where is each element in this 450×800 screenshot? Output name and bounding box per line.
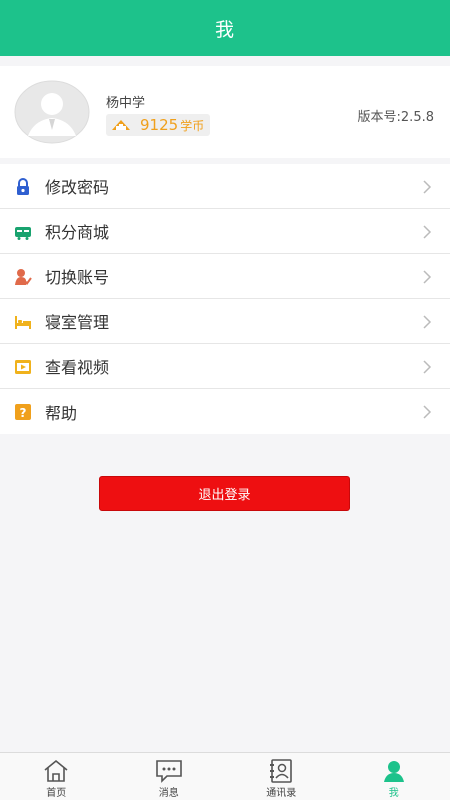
menu-item-dorm-management[interactable]: 寝室管理 <box>0 299 450 344</box>
chevron-right-icon <box>423 270 432 284</box>
menu-item-points-store[interactable]: 积分商城 <box>0 209 450 254</box>
menu-label: 帮助 <box>45 403 78 423</box>
video-icon <box>15 360 31 374</box>
chevron-right-icon <box>423 360 432 374</box>
tab-label: 我 <box>388 788 399 799</box>
menu-label: 寝室管理 <box>45 313 110 332</box>
menu-item-view-videos[interactable]: 查看视频 <box>0 344 450 389</box>
contacts-icon <box>270 759 293 783</box>
person-icon <box>383 761 404 782</box>
bed-icon <box>15 316 31 329</box>
switch-account-icon <box>15 269 32 286</box>
lock-icon <box>17 178 29 195</box>
message-icon <box>155 760 182 783</box>
menu-label: 修改密码 <box>45 178 110 197</box>
chevron-right-icon <box>423 180 432 194</box>
coin-value: 9125 <box>140 116 179 134</box>
menu-label: 查看视频 <box>45 358 110 377</box>
menu-label: 切换账号 <box>45 268 110 287</box>
chevron-right-icon <box>423 225 432 239</box>
app-version: 版本号:2.5.8 <box>357 110 434 125</box>
help-icon: ? <box>15 404 31 420</box>
chevron-right-icon <box>423 315 432 329</box>
coin-balance-badge: 9125 学币 <box>106 114 211 136</box>
username: 杨中学 <box>106 96 146 111</box>
svg-text:?: ? <box>20 406 27 420</box>
menu-item-change-password[interactable]: 修改密码 <box>0 164 450 209</box>
profile-card: 杨中学 9125 学币 版本号:2.5.8 <box>0 66 450 158</box>
tab-label: 首页 <box>46 788 67 799</box>
tab-label: 通讯录 <box>266 788 297 799</box>
tab-label: 消息 <box>158 788 179 799</box>
menu-item-help[interactable]: ? 帮助 <box>0 389 450 434</box>
coin-unit: 学币 <box>180 118 205 133</box>
menu-label: 积分商城 <box>45 223 110 242</box>
tab-messages[interactable]: 消息 <box>113 753 226 800</box>
top-bar: 我 <box>0 0 450 56</box>
bottom-tab-bar: 首页 消息 通讯录 我 <box>0 752 450 800</box>
coin-icon <box>112 120 130 130</box>
chevron-right-icon <box>423 405 432 419</box>
page-title: 我 <box>214 18 235 41</box>
settings-menu: 修改密码 积分商城 切换账号 寝室管理 查看视频 ? 帮助 <box>0 164 450 434</box>
home-icon <box>44 759 68 782</box>
menu-item-switch-account[interactable]: 切换账号 <box>0 254 450 299</box>
logout-button[interactable]: 退出登录 <box>99 476 350 511</box>
avatar[interactable] <box>14 80 90 144</box>
tab-contacts[interactable]: 通讯录 <box>225 753 338 800</box>
tab-me[interactable]: 我 <box>338 753 450 800</box>
store-icon <box>15 227 31 240</box>
tab-home[interactable]: 首页 <box>0 753 113 800</box>
